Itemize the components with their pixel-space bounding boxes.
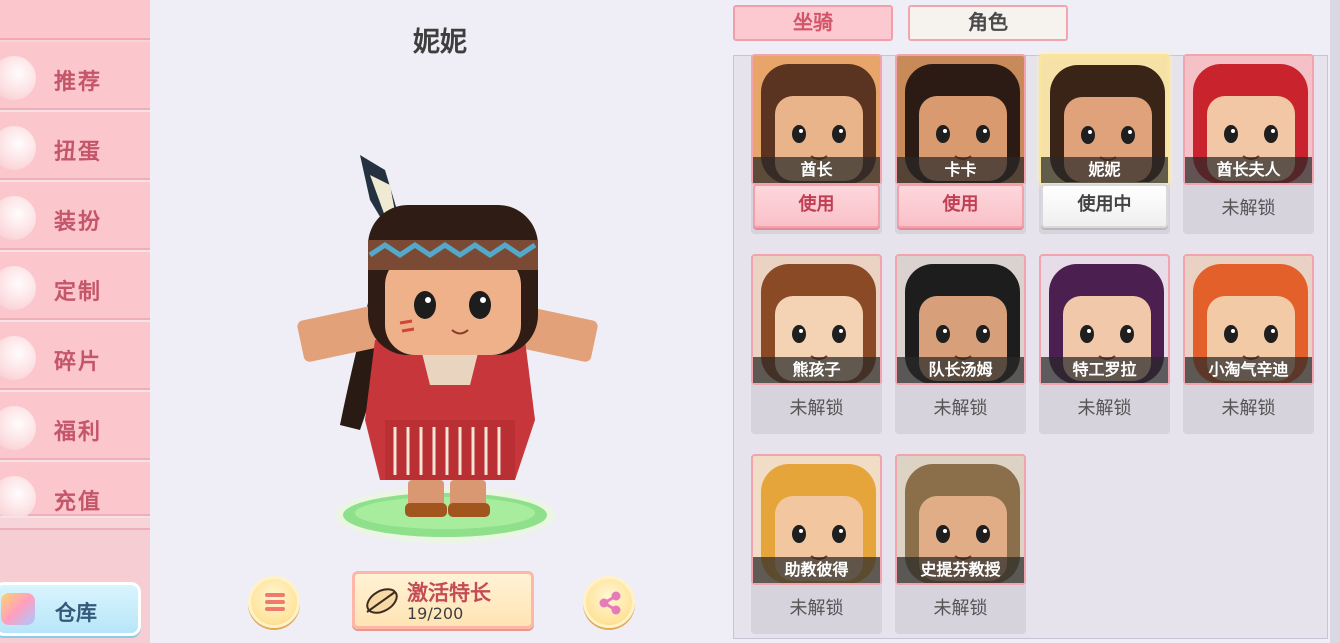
category-sidebar: 推荐 扭蛋 装扮 定制 碎片 福利 充值 [0,0,150,643]
character-name: 妮妮 [413,27,467,58]
activate-specialty-label: 激活特长 [407,581,491,605]
gift-icon [0,406,36,450]
locked-status: 未解锁 [933,398,988,419]
skin-name-label: 妮妮 [1041,157,1168,183]
skin-name-label: 队长汤姆 [897,357,1024,383]
sidebar-item-label: 扭蛋 [54,140,103,165]
in-use-button[interactable]: 使用中 [1041,184,1168,228]
activate-specialty-button[interactable]: 激活特长 19/200 [352,571,534,629]
sidebar-item-label: 定制 [54,280,103,305]
sidebar-item-fragment[interactable]: 碎片 [0,322,150,392]
locked-status: 未解锁 [789,398,844,419]
sidebar-item-label: 碎片 [54,350,103,375]
share-round-button[interactable] [583,576,635,628]
skin-card[interactable]: 史提芬教授 未解锁 [895,454,1026,634]
recharge-icon [0,476,36,516]
skin-card[interactable]: 卡卡 使用 [895,54,1026,234]
sidebar-item-recharge[interactable]: 充值 [0,462,150,518]
sidebar-item-recommend[interactable]: 推荐 [0,42,150,112]
sidebar-item-label: 福利 [54,420,103,445]
warehouse-button[interactable]: 仓库 [0,582,141,636]
skin-card[interactable]: 特工罗拉 未解锁 [1039,254,1170,434]
locked-status: 未解锁 [1221,198,1276,219]
skin-name-label: 小淘气辛迪 [1185,357,1312,383]
locked-status: 未解锁 [789,598,844,619]
sidebar-item-gacha[interactable]: 扭蛋 [0,112,150,182]
skin-card[interactable]: 助教彼得 未解锁 [751,454,882,634]
skin-name-label: 酋长夫人 [1185,157,1312,183]
sidebar-item-outfit[interactable]: 装扮 [0,182,150,252]
list-round-button[interactable] [248,576,300,628]
locked-status: 未解锁 [1077,398,1132,419]
character-model-illustration [297,155,598,543]
tab-mount[interactable]: 坐骑 [733,5,893,41]
use-skin-button[interactable]: 使用 [753,184,880,228]
category-menu: 推荐 扭蛋 装扮 定制 碎片 福利 充值 [0,42,150,518]
sidebar-item-gift[interactable]: 福利 [0,392,150,462]
outfit-icon [0,196,36,240]
skin-card[interactable]: 小淘气辛迪 未解锁 [1183,254,1314,434]
sidebar-top-strip [0,0,150,40]
gacha-icon [0,126,36,170]
skin-card[interactable]: 酋长夫人 未解锁 [1183,54,1314,234]
skin-card[interactable]: 妮妮 使用中 [1039,54,1170,234]
recommend-icon [0,56,36,100]
skin-card[interactable]: 熊孩子 未解锁 [751,254,882,434]
warehouse-icon [1,593,35,625]
character-preview[interactable] [290,145,610,555]
feather-icon [363,586,401,620]
skin-name-label: 助教彼得 [753,557,880,583]
customize-icon [0,266,36,310]
specialty-progress-text: 19/200 [407,604,464,623]
sidebar-item-label: 推荐 [54,70,103,95]
locked-status: 未解锁 [1221,398,1276,419]
scrollbar[interactable] [1330,0,1340,643]
locked-status: 未解锁 [933,598,988,619]
skin-name-label: 熊孩子 [753,357,880,383]
fragment-icon [0,336,36,380]
skin-card[interactable]: 酋长 使用 [751,54,882,234]
tab-role[interactable]: 角色 [908,5,1068,41]
skin-name-label: 史提芬教授 [897,557,1024,583]
skin-card[interactable]: 队长汤姆 未解锁 [895,254,1026,434]
skin-name-label: 卡卡 [897,157,1024,183]
use-skin-button[interactable]: 使用 [897,184,1024,228]
sidebar-item-customize[interactable]: 定制 [0,252,150,322]
warehouse-label: 仓库 [55,601,97,625]
sidebar-item-label: 装扮 [54,210,103,235]
sidebar-item-label: 充值 [54,490,103,515]
skin-name-label: 酋长 [753,157,880,183]
skin-name-label: 特工罗拉 [1041,357,1168,383]
